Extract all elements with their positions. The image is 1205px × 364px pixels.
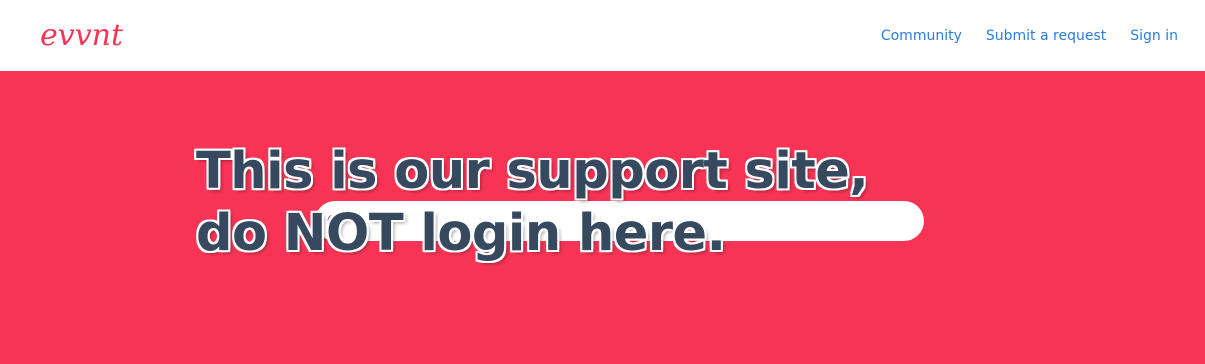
nav-link-sign-in[interactable]: Sign in (1130, 27, 1178, 45)
hero-banner: This is our support site, do NOT login h… (0, 71, 1205, 364)
svg-text:evvnt: evvnt (40, 18, 124, 53)
site-header: evvnt Community Submit a request Sign in (0, 0, 1205, 71)
nav-link-submit-request[interactable]: Submit a request (986, 27, 1106, 45)
evvnt-logo[interactable]: evvnt (40, 14, 130, 54)
warning-overlay-text: This is our support site, do NOT login h… (196, 141, 869, 265)
warning-line-1: This is our support site, (196, 142, 869, 201)
warning-line-2: do NOT login here. (196, 204, 726, 263)
top-nav: Community Submit a request Sign in (881, 27, 1178, 45)
nav-link-community[interactable]: Community (881, 27, 962, 45)
